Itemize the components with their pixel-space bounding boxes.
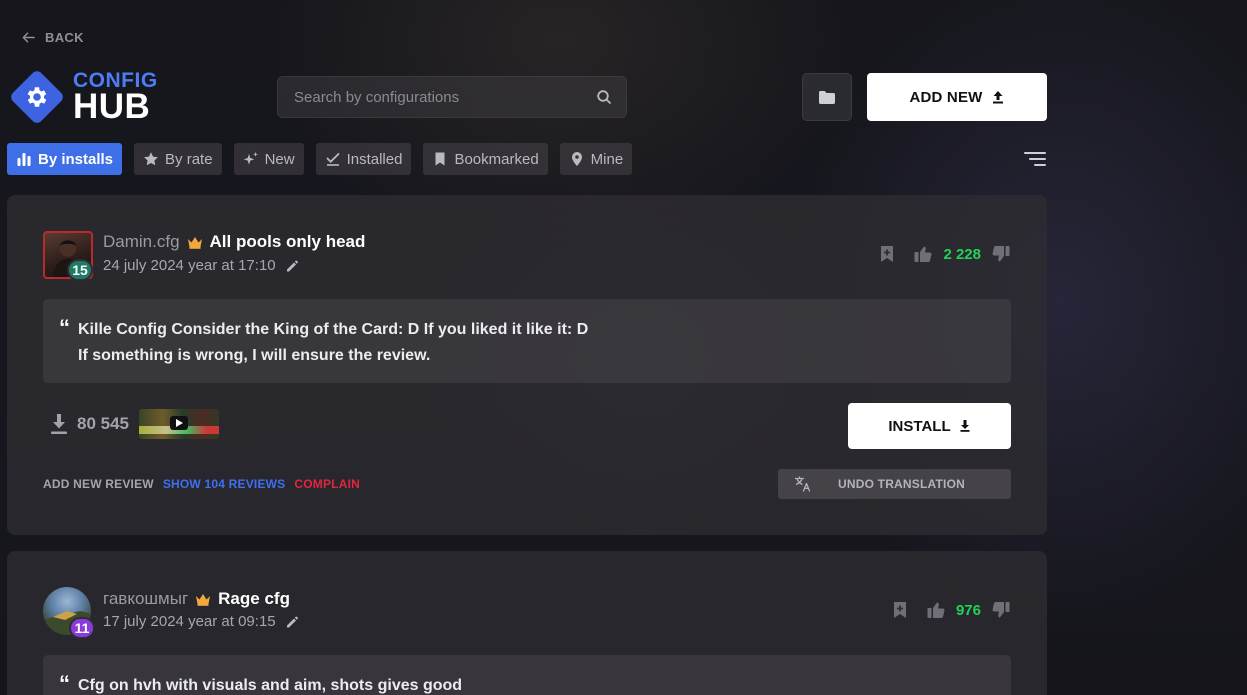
sort-menu-icon[interactable] [1024, 151, 1046, 167]
config-hub-logo[interactable]: CONFIG HUB [8, 68, 158, 126]
tab-label: New [264, 150, 295, 168]
install-label: INSTALL [888, 417, 951, 435]
vote-controls: 2 228 [877, 244, 1011, 264]
gear-icon [8, 68, 66, 126]
tab-new[interactable]: New [233, 143, 304, 175]
date-line: 24 july 2024 year at 17:10 [103, 257, 299, 274]
config-description: “ Kille Config Consider the King of the … [43, 299, 1011, 383]
tab-label: By rate [165, 150, 213, 168]
video-thumbnail[interactable] [139, 409, 219, 439]
translate-icon [794, 476, 811, 492]
add-review-link[interactable]: ADD NEW REVIEW [43, 477, 154, 491]
config-card: 11 гавкошмыг Rage cfg 17 july 2024 year … [7, 551, 1047, 695]
download-count: 80 545 [77, 414, 129, 433]
tab-label: By installs [38, 150, 114, 168]
logo-hub-text: HUB [73, 87, 151, 126]
author-name[interactable]: гавкошмыг [103, 589, 188, 609]
author-name[interactable]: Damin.cfg [103, 232, 180, 252]
arrow-left-icon [22, 32, 35, 43]
thumbs-up-icon[interactable] [913, 244, 933, 264]
tab-label: Bookmarked [454, 150, 539, 168]
folder-button[interactable] [802, 73, 852, 121]
thumbs-up-icon[interactable] [926, 600, 946, 620]
bookmark-icon [435, 152, 445, 166]
undo-translation-button[interactable]: UNDO TRANSLATION [778, 469, 1011, 499]
config-title: All pools only head [209, 232, 366, 251]
config-title: Rage cfg [218, 589, 290, 608]
search-bar [277, 76, 627, 118]
like-count: 976 [955, 601, 981, 619]
crown-icon [187, 236, 202, 249]
vote-controls: 976 [890, 600, 1011, 620]
back-label: BACK [45, 30, 84, 45]
quote-mark-icon: “ [59, 671, 70, 695]
complain-link[interactable]: COMPLAIN [294, 477, 360, 491]
filter-tabs: By installs By rate New Installed Bookma… [7, 143, 633, 175]
crown-icon [196, 593, 211, 606]
author-line: Damin.cfg All pools only head [103, 232, 365, 252]
thumbs-down-icon[interactable] [991, 244, 1011, 264]
search-input[interactable] [294, 88, 596, 106]
back-button[interactable]: BACK [21, 30, 84, 45]
bookmark-add-icon[interactable] [890, 600, 910, 620]
thumbs-down-icon[interactable] [991, 600, 1011, 620]
install-button[interactable]: INSTALL [848, 403, 1011, 449]
check-icon [326, 153, 339, 166]
undo-translation-label: UNDO TRANSLATION [838, 477, 965, 491]
tab-mine[interactable]: Mine [559, 143, 633, 175]
download-icon [51, 414, 67, 434]
config-date: 17 july 2024 year at 09:15 [103, 613, 276, 630]
tab-label: Mine [590, 150, 624, 168]
bookmark-add-icon[interactable] [877, 244, 897, 264]
folder-icon [819, 91, 835, 104]
config-hub-page: BACK CONFIG HUB ADD NEW By installs By [0, 0, 1247, 695]
author-line: гавкошмыг Rage cfg [103, 589, 290, 609]
config-date: 24 july 2024 year at 17:10 [103, 257, 276, 274]
level-badge: 11 [69, 617, 95, 639]
date-line: 17 july 2024 year at 09:15 [103, 613, 299, 630]
tab-by-installs[interactable]: By installs [7, 143, 123, 175]
description-line: If something is wrong, I will ensure the… [78, 347, 431, 364]
play-icon [170, 416, 188, 430]
tab-by-rate[interactable]: By rate [134, 143, 222, 175]
add-new-label: ADD NEW [909, 88, 983, 106]
star-icon [144, 152, 158, 166]
download-icon [960, 420, 970, 432]
tab-bookmarked[interactable]: Bookmarked [423, 143, 548, 175]
bar-chart-icon [17, 153, 31, 166]
upload-icon [992, 91, 1003, 104]
config-card: 15 Damin.cfg All pools only head 24 july… [7, 195, 1047, 535]
pencil-icon[interactable] [285, 259, 299, 273]
description-line: Kille Config Consider the King of the Ca… [78, 321, 589, 338]
add-new-button[interactable]: ADD NEW [867, 73, 1047, 121]
review-links: ADD NEW REVIEW SHOW 104 REVIEWS COMPLAIN [43, 477, 360, 491]
level-badge: 15 [67, 259, 93, 281]
pencil-icon[interactable] [285, 615, 299, 629]
download-stats: 80 545 [49, 409, 219, 439]
sparkle-icon [243, 152, 258, 165]
tab-label: Installed [346, 150, 403, 168]
like-count: 2 228 [943, 245, 981, 263]
show-reviews-link[interactable]: SHOW 104 REVIEWS [163, 477, 286, 491]
search-icon[interactable] [596, 89, 612, 105]
location-pin-icon [571, 152, 582, 166]
config-description: “ Cfg on hvh with visuals and aim, shots… [43, 655, 1011, 695]
description-line: Cfg on hvh with visuals and aim, shots g… [78, 677, 463, 694]
tab-installed[interactable]: Installed [315, 143, 412, 175]
quote-mark-icon: “ [59, 315, 70, 340]
